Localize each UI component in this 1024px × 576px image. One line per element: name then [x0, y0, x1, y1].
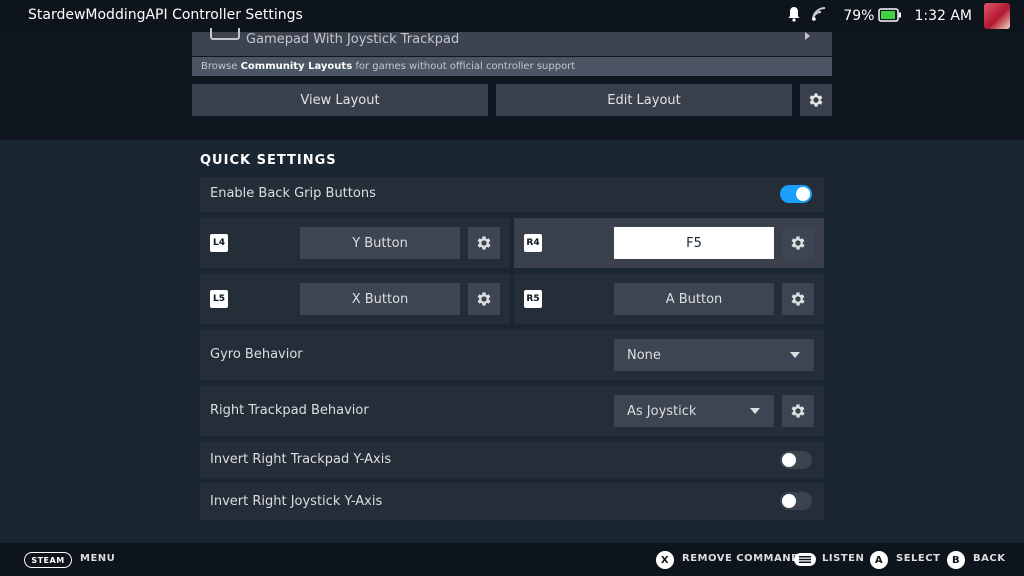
current-layout-name: Gamepad With Joystick Trackpad — [246, 32, 460, 47]
system-tray: 79% 1:32 AM — [787, 0, 1024, 32]
chevron-right-icon — [805, 32, 810, 40]
app-title: StardewModdingAPI Controller Settings — [28, 7, 303, 23]
battery-percent: 79% — [843, 8, 875, 24]
layout-settings-button[interactable] — [800, 84, 832, 116]
r5-settings-button[interactable] — [782, 283, 814, 315]
l5-binding-row: L5 X Button — [200, 274, 510, 324]
chevron-down-icon — [750, 408, 760, 414]
footer-hints: STEAM MENU X REMOVE COMMAND LISTEN A SEL… — [0, 543, 1024, 576]
view-layout-button[interactable]: View Layout — [192, 84, 488, 116]
remove-command-hint[interactable]: REMOVE COMMAND — [682, 553, 800, 564]
l5-badge: L5 — [210, 290, 228, 308]
right-trackpad-row: Right Trackpad Behavior As Joystick — [200, 386, 824, 436]
invert-trackpad-toggle[interactable] — [780, 451, 812, 469]
listen-hint[interactable]: LISTEN — [822, 553, 864, 564]
invert-joystick-label: Invert Right Joystick Y-Axis — [210, 494, 383, 509]
community-layouts-link[interactable]: Community Layouts — [241, 61, 353, 72]
current-layout-card[interactable]: Gamepad With Joystick Trackpad — [192, 28, 832, 56]
layout-section: Gamepad With Joystick Trackpad Browse Co… — [0, 28, 1024, 140]
invert-trackpad-row[interactable]: Invert Right Trackpad Y-Axis — [200, 442, 824, 478]
gyro-behavior-value: None — [627, 347, 661, 363]
right-trackpad-dropdown[interactable]: As Joystick — [614, 395, 774, 427]
invert-joystick-row[interactable]: Invert Right Joystick Y-Axis — [200, 483, 824, 520]
r5-binding-button[interactable]: A Button — [614, 283, 774, 315]
l4-binding-row: L4 Y Button — [200, 218, 510, 268]
r4-badge: R4 — [524, 234, 542, 252]
gear-icon — [791, 292, 805, 306]
gear-icon — [477, 236, 491, 250]
r5-badge: R5 — [524, 290, 542, 308]
edit-layout-button[interactable]: Edit Layout — [496, 84, 792, 116]
r4-settings-button[interactable] — [782, 227, 814, 259]
invert-trackpad-label: Invert Right Trackpad Y-Axis — [210, 452, 392, 467]
gear-icon — [809, 93, 823, 107]
right-trackpad-label: Right Trackpad Behavior — [210, 403, 369, 418]
back-grip-label: Enable Back Grip Buttons — [210, 186, 376, 201]
controller-layout-icon — [210, 28, 240, 40]
battery-icon — [878, 7, 902, 26]
quick-settings-title: QUICK SETTINGS — [200, 153, 337, 168]
gyro-behavior-label: Gyro Behavior — [210, 347, 303, 362]
x-button-icon: X — [656, 551, 674, 569]
right-trackpad-settings-button[interactable] — [782, 395, 814, 427]
l4-settings-button[interactable] — [468, 227, 500, 259]
community-layouts-hint: Browse Community Layouts for games witho… — [192, 57, 832, 76]
menu-hint: MENU — [80, 553, 116, 564]
gear-icon — [791, 404, 805, 418]
gyro-behavior-dropdown[interactable]: None — [614, 339, 814, 371]
r4-binding-button[interactable]: F5 — [614, 227, 774, 259]
top-bar: StardewModdingAPI Controller Settings 79… — [0, 0, 1024, 32]
gyro-behavior-row: Gyro Behavior None — [200, 330, 824, 380]
l4-badge: L4 — [210, 234, 228, 252]
l4-binding-button[interactable]: Y Button — [300, 227, 460, 259]
back-hint[interactable]: BACK — [973, 553, 1005, 564]
gear-icon — [791, 236, 805, 250]
right-trackpad-value: As Joystick — [627, 403, 697, 419]
menu-button-icon — [794, 553, 816, 566]
chevron-down-icon — [790, 352, 800, 358]
select-hint[interactable]: SELECT — [896, 553, 940, 564]
gear-icon — [477, 292, 491, 306]
a-button-icon: A — [870, 551, 888, 569]
r5-binding-row: R5 A Button — [514, 274, 824, 324]
r4-binding-row: R4 F5 — [514, 218, 824, 268]
l5-settings-button[interactable] — [468, 283, 500, 315]
wifi-icon — [811, 6, 827, 26]
clock: 1:32 AM — [914, 8, 972, 24]
invert-joystick-toggle[interactable] — [780, 492, 812, 510]
user-avatar[interactable] — [984, 3, 1010, 29]
back-grip-row[interactable]: Enable Back Grip Buttons — [200, 177, 824, 212]
notification-bell-icon[interactable] — [787, 6, 801, 26]
back-grip-toggle[interactable] — [780, 185, 812, 203]
b-button-icon: B — [947, 551, 965, 569]
steam-button-glyph[interactable]: STEAM — [24, 552, 72, 568]
l5-binding-button[interactable]: X Button — [300, 283, 460, 315]
